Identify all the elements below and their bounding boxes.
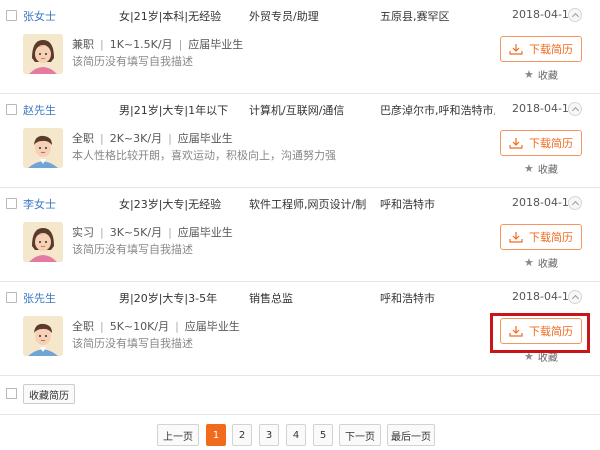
favorite-label: 收藏 <box>537 71 558 82</box>
download-resume-button[interactable]: 下载简历 <box>500 130 582 156</box>
job-type: 全职 <box>72 320 94 333</box>
resume-card: 赵先生 男|21岁|大专|1年以下 计算机/互联网/通信 巴彦淖尔市,呼和浩特市… <box>0 94 600 188</box>
target-position: 计算机/互联网/通信 <box>249 104 345 117</box>
update-date: 2018-04-19 <box>512 102 576 115</box>
update-date: 2018-04-19 <box>512 196 576 209</box>
candidate-name[interactable]: 李女士 <box>23 196 56 212</box>
next-page-button[interactable]: 下一页 <box>339 424 381 446</box>
salary: 2K~3K/月 <box>109 132 163 145</box>
download-icon <box>509 44 523 55</box>
select-checkbox[interactable] <box>6 10 17 21</box>
candidate-info: 女|21岁|本科|无经验 <box>119 10 222 23</box>
page-button-4[interactable]: 4 <box>286 424 306 446</box>
self-description: 本人性格比较开朗，喜欢运动，积极向上，沟通努力强 <box>72 149 336 162</box>
page-button-3[interactable]: 3 <box>259 424 279 446</box>
download-label: 下载简历 <box>529 231 573 244</box>
status: 应届毕业生 <box>177 132 233 145</box>
salary: 3K~5K/月 <box>109 226 163 239</box>
male-avatar <box>23 316 63 356</box>
favorite-label: 收藏 <box>537 259 558 270</box>
male-avatar <box>23 128 63 168</box>
divider <box>0 414 600 415</box>
prev-page-button[interactable]: 上一页 <box>157 424 199 446</box>
select-checkbox[interactable] <box>6 198 17 209</box>
female-avatar <box>23 222 63 262</box>
favorite-button[interactable]: ★ 收藏 <box>524 161 558 176</box>
target-location: 巴彦淖尔市,呼和浩特市,... <box>380 104 495 117</box>
female-avatar <box>23 34 63 74</box>
target-position: 销售总监 <box>249 292 293 305</box>
collapse-icon[interactable] <box>568 102 582 116</box>
select-all-checkbox[interactable] <box>6 388 17 399</box>
candidate-name[interactable]: 张先生 <box>23 290 56 306</box>
resume-card: 李女士 女|23岁|大专|无经验 软件工程师,网页设计/制... 呼和浩特市 2… <box>0 188 600 282</box>
target-location: 呼和浩特市 <box>380 292 435 305</box>
status: 应届毕业生 <box>188 38 244 51</box>
status: 应届毕业生 <box>184 320 240 333</box>
target-position: 外贸专员/助理 <box>249 10 319 23</box>
status: 应届毕业生 <box>177 226 233 239</box>
target-location: 呼和浩特市 <box>380 198 435 211</box>
highlight-box <box>490 313 590 353</box>
favorite-button[interactable]: ★ 收藏 <box>524 67 558 82</box>
job-type: 实习 <box>72 226 94 239</box>
self-description: 该简历没有填写自我描述 <box>72 243 193 256</box>
candidate-name[interactable]: 赵先生 <box>23 102 56 118</box>
collapse-icon[interactable] <box>568 8 582 22</box>
page-button-2[interactable]: 2 <box>232 424 252 446</box>
favorite-button[interactable]: ★ 收藏 <box>524 255 558 270</box>
star-icon: ★ <box>524 256 534 269</box>
collapse-icon[interactable] <box>568 290 582 304</box>
download-icon <box>509 138 523 149</box>
salary: 1K~1.5K/月 <box>109 38 173 51</box>
candidate-info: 男|21岁|大专|1年以下 <box>119 104 229 117</box>
download-icon <box>509 232 523 243</box>
download-label: 下载简历 <box>529 43 573 56</box>
pagination: 上一页 1 2 3 4 5 下一页 最后一页 <box>0 424 600 446</box>
update-date: 2018-04-19 <box>512 8 576 21</box>
download-resume-button[interactable]: 下载简历 <box>500 224 582 250</box>
job-type: 全职 <box>72 132 94 145</box>
collapse-icon[interactable] <box>568 196 582 210</box>
self-description: 该简历没有填写自我描述 <box>72 337 193 350</box>
target-location: 五原县,赛罕区 <box>380 10 450 23</box>
candidate-name[interactable]: 张女士 <box>23 8 56 24</box>
star-icon: ★ <box>524 68 534 81</box>
salary: 5K~10K/月 <box>109 320 170 333</box>
page-button-1[interactable]: 1 <box>206 424 226 446</box>
collect-resumes-button[interactable]: 收藏简历 <box>23 384 75 404</box>
target-position: 软件工程师,网页设计/制... <box>249 198 367 211</box>
select-checkbox[interactable] <box>6 292 17 303</box>
favorite-label: 收藏 <box>537 165 558 176</box>
candidate-info: 女|23岁|大专|无经验 <box>119 198 222 211</box>
last-page-button[interactable]: 最后一页 <box>387 424 435 446</box>
download-resume-button[interactable]: 下载简历 <box>500 36 582 62</box>
job-type: 兼职 <box>72 38 94 51</box>
resume-card: 张女士 女|21岁|本科|无经验 外贸专员/助理 五原县,赛罕区 2018-04… <box>0 0 600 94</box>
candidate-info: 男|20岁|大专|3-5年 <box>119 292 218 305</box>
self-description: 该简历没有填写自我描述 <box>72 55 193 68</box>
page-button-5[interactable]: 5 <box>313 424 333 446</box>
star-icon: ★ <box>524 162 534 175</box>
update-date: 2018-04-19 <box>512 290 576 303</box>
download-label: 下载简历 <box>529 137 573 150</box>
select-checkbox[interactable] <box>6 104 17 115</box>
